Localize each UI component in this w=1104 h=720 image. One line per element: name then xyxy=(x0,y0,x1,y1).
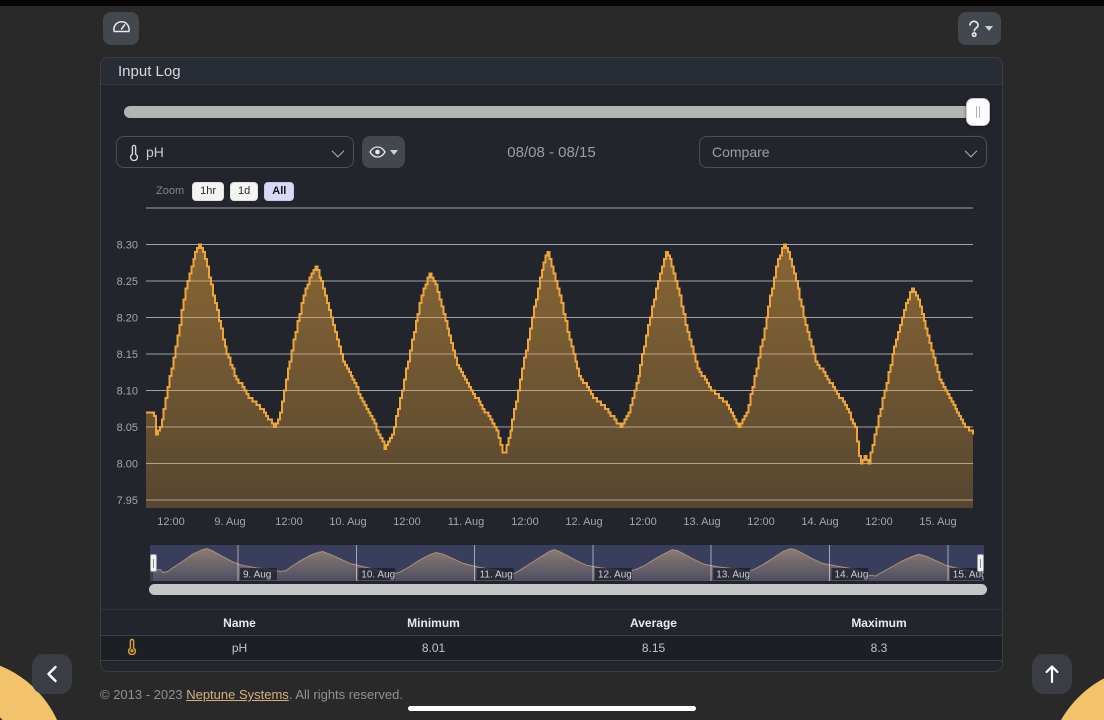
chart-navigator[interactable]: 9. Aug 10. Aug 11. Aug 12. Aug 13. Aug 14. Au… xyxy=(150,545,984,581)
scroll-to-top-button[interactable] xyxy=(1032,654,1072,694)
minimum-value-cell: 8.01 xyxy=(316,636,551,661)
svg-text:8.00: 8.00 xyxy=(117,459,138,471)
probe-select[interactable]: pH xyxy=(116,136,354,168)
chevron-down-icon xyxy=(985,26,993,31)
svg-text:12. Aug: 12. Aug xyxy=(598,570,632,581)
page-title: Input Log xyxy=(118,63,181,80)
svg-text:8.15: 8.15 xyxy=(117,349,138,361)
ph-area-chart[interactable]: 8.30 8.25 8.20 8.15 8.10 8.05 8.00 7.95 12:00 9. … xyxy=(101,204,1002,539)
gauge-icon xyxy=(112,18,131,39)
svg-text:10. Aug: 10. Aug xyxy=(329,516,366,528)
chevron-down-icon xyxy=(965,144,978,157)
table-row: pH 8.01 8.15 8.3 xyxy=(101,636,1002,661)
slider-thumb[interactable] xyxy=(966,98,990,126)
chart-scrollbar[interactable] xyxy=(149,584,987,595)
chart-zoom-controls: Zoom 1hr 1d All xyxy=(156,182,1002,200)
copyright-footer: © 2013 - 2023 Neptune Systems. All right… xyxy=(100,687,403,702)
svg-text:8.10: 8.10 xyxy=(117,386,138,398)
average-column-header: Average xyxy=(551,610,756,636)
svg-text:10. Aug: 10. Aug xyxy=(361,570,395,581)
zoom-label: Zoom xyxy=(156,185,184,197)
dashboard-button[interactable] xyxy=(103,12,139,45)
svg-text:8.25: 8.25 xyxy=(117,276,138,288)
probe-icon-cell xyxy=(101,636,163,661)
back-button[interactable] xyxy=(32,654,72,694)
name-column-header: Name xyxy=(163,610,316,636)
icon-column-header xyxy=(101,610,163,636)
arrow-up-icon xyxy=(1044,664,1060,684)
svg-text:8.05: 8.05 xyxy=(117,422,138,434)
svg-text:8.20: 8.20 xyxy=(117,313,138,325)
svg-text:15. Aug: 15. Aug xyxy=(919,516,956,528)
time-range-slider[interactable] xyxy=(124,106,987,118)
eye-icon xyxy=(369,146,386,158)
input-log-panel: Input Log pH 08/08 - 08/15 Compare Zoom xyxy=(100,57,1003,672)
summary-table: Name Minimum Average Maximum pH 8.01 8.1… xyxy=(101,609,1002,661)
chevron-left-icon xyxy=(46,665,58,683)
chart-plot-area[interactable]: 8.30 8.25 8.20 8.15 8.10 8.05 8.00 7.95 12:00 9. … xyxy=(101,204,991,534)
screen-top-bezel xyxy=(0,0,1104,6)
zoom-button-1d[interactable]: 1d xyxy=(230,182,258,201)
compare-select-placeholder: Compare xyxy=(712,144,770,160)
svg-text:12:00: 12:00 xyxy=(393,516,421,528)
help-menu-button[interactable] xyxy=(958,12,1001,45)
controls-row: pH 08/08 - 08/15 Compare xyxy=(116,136,987,168)
visibility-menu-button[interactable] xyxy=(362,136,405,168)
chevron-down-icon xyxy=(390,150,398,155)
help-icon xyxy=(967,20,981,38)
home-indicator[interactable] xyxy=(408,706,696,711)
svg-text:11. Aug: 11. Aug xyxy=(480,570,513,581)
thermometer-icon xyxy=(129,144,139,161)
svg-text:7.95: 7.95 xyxy=(117,495,138,507)
maximum-value-cell: 8.3 xyxy=(756,636,1002,661)
compare-select[interactable]: Compare xyxy=(699,136,987,168)
navigator-mini-chart[interactable]: 9. Aug 10. Aug 11. Aug 12. Aug 13. Aug 14. Au… xyxy=(150,545,984,581)
minimum-column-header: Minimum xyxy=(316,610,551,636)
probe-name-cell: pH xyxy=(163,636,316,661)
svg-text:12. Aug: 12. Aug xyxy=(565,516,602,528)
navigator-right-handle[interactable] xyxy=(977,554,984,572)
svg-text:12:00: 12:00 xyxy=(157,516,185,528)
zoom-button-all[interactable]: All xyxy=(264,182,294,201)
chevron-down-icon xyxy=(332,144,345,157)
svg-text:14. Aug: 14. Aug xyxy=(801,516,838,528)
svg-text:9. Aug: 9. Aug xyxy=(243,570,271,581)
probe-select-value: pH xyxy=(146,144,164,160)
svg-text:12:00: 12:00 xyxy=(865,516,893,528)
maximum-column-header: Maximum xyxy=(756,610,1002,636)
svg-text:12:00: 12:00 xyxy=(747,516,775,528)
slider-track[interactable] xyxy=(124,106,987,118)
navigator-left-handle[interactable] xyxy=(150,554,157,572)
summary-table-header-row: Name Minimum Average Maximum xyxy=(101,610,1002,636)
svg-text:11. Aug: 11. Aug xyxy=(448,516,485,528)
svg-text:13. Aug: 13. Aug xyxy=(716,570,750,581)
copyright-text: © 2013 - 2023 xyxy=(100,687,186,702)
thermometer-icon xyxy=(127,638,137,655)
svg-text:12:00: 12:00 xyxy=(511,516,539,528)
svg-text:12:00: 12:00 xyxy=(629,516,657,528)
neptune-systems-link[interactable]: Neptune Systems xyxy=(186,687,289,702)
panel-header: Input Log xyxy=(101,58,1002,85)
copyright-suffix: . All rights reserved. xyxy=(289,687,403,702)
average-value-cell: 8.15 xyxy=(551,636,756,661)
svg-text:9. Aug: 9. Aug xyxy=(214,516,245,528)
svg-text:14. Aug: 14. Aug xyxy=(835,570,869,581)
svg-text:8.30: 8.30 xyxy=(117,240,138,252)
zoom-button-1hr[interactable]: 1hr xyxy=(192,182,224,201)
svg-text:12:00: 12:00 xyxy=(275,516,303,528)
svg-text:13. Aug: 13. Aug xyxy=(683,516,720,528)
